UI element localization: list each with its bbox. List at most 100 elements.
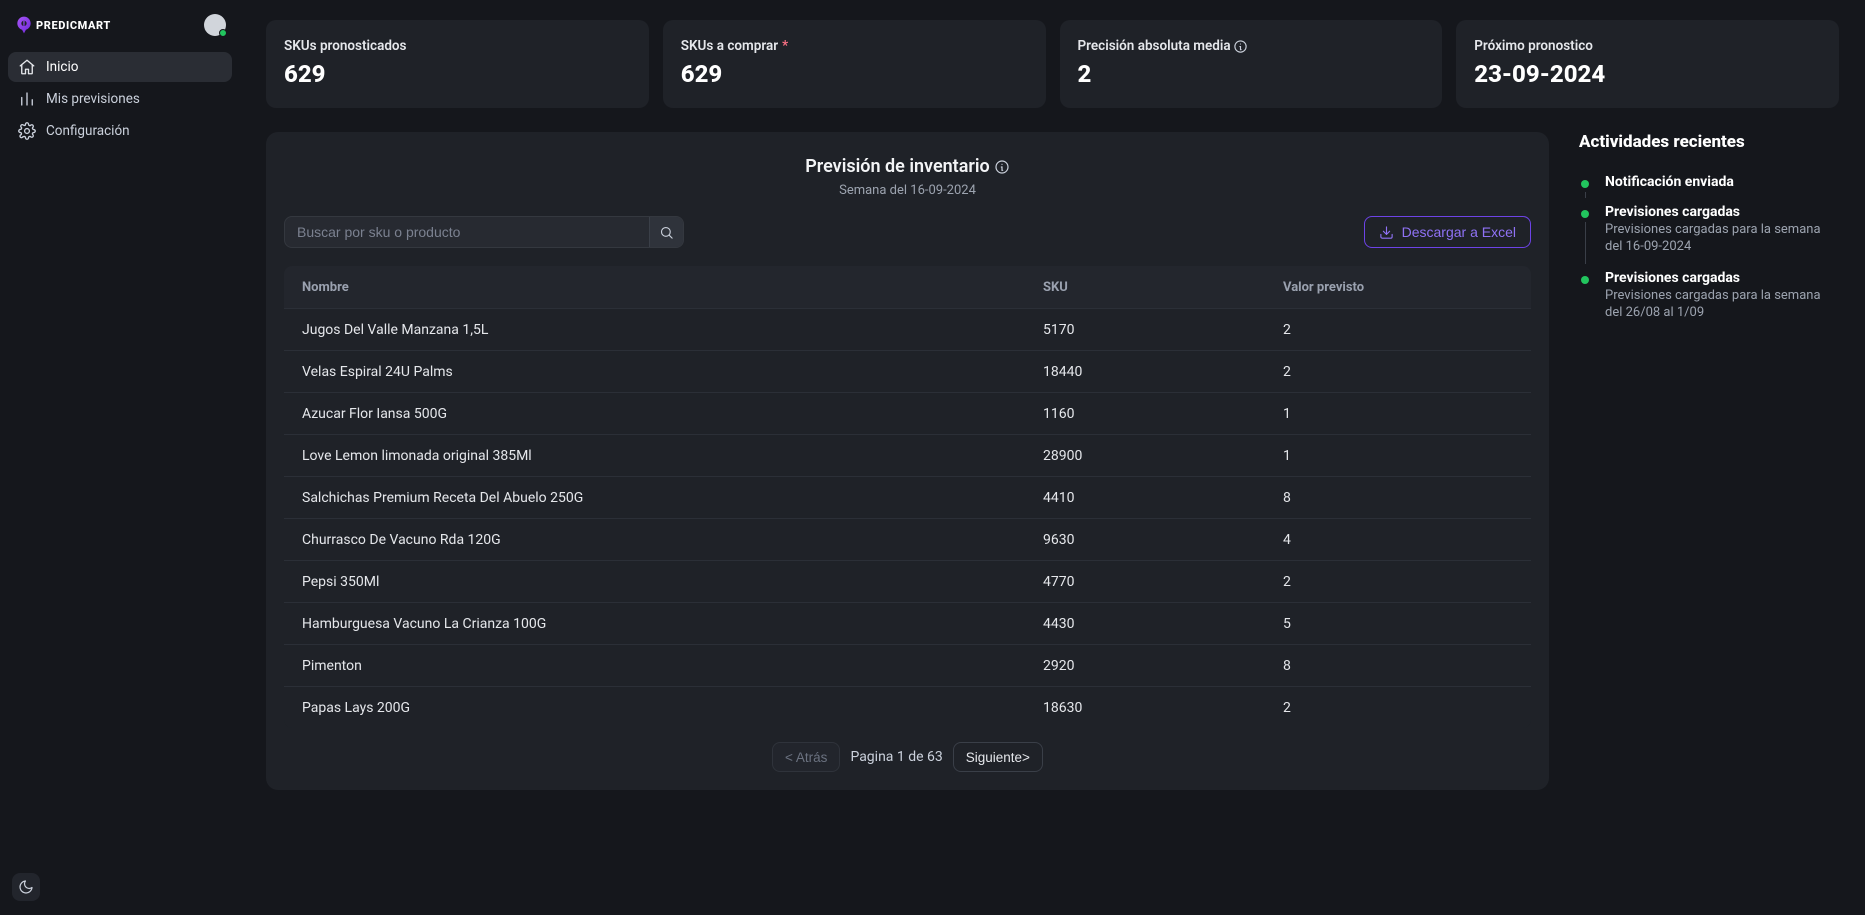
cell-sku: 18630 (1043, 700, 1283, 716)
cell-name: Papas Lays 200G (302, 700, 1043, 716)
table-row[interactable]: Churrasco De Vacuno Rda 120G96304 (284, 518, 1531, 560)
presence-dot-icon (219, 29, 227, 37)
brand-name: PREDICMART (36, 19, 111, 32)
theme-toggle-button[interactable] (12, 873, 40, 901)
cell-value: 4 (1283, 532, 1513, 548)
sidebar-item-label: Inicio (46, 59, 78, 75)
cell-value: 2 (1283, 364, 1513, 380)
bars-icon (18, 90, 36, 108)
table-head: Nombre SKU Valor previsto (284, 266, 1531, 308)
cell-value: 2 (1283, 574, 1513, 590)
table-row[interactable]: Love Lemon limonada original 385Ml289001 (284, 434, 1531, 476)
cell-sku: 9630 (1043, 532, 1283, 548)
next-page-button[interactable]: Siguiente> (953, 742, 1043, 772)
cell-sku: 5170 (1043, 322, 1283, 338)
table-row[interactable]: Pimenton29208 (284, 644, 1531, 686)
cell-sku: 4430 (1043, 616, 1283, 632)
table-row[interactable]: Velas Espiral 24U Palms184402 (284, 350, 1531, 392)
kpi-skus-comprar: SKUs a comprar * 629 (663, 20, 1046, 108)
col-name[interactable]: Nombre (302, 280, 1043, 295)
sidebar-nav: Inicio Mis previsiones Configuración (8, 52, 232, 146)
panel-title: Previsión de inventario (805, 156, 1010, 177)
kpi-value: 2 (1078, 60, 1425, 88)
kpi-value: 629 (284, 60, 631, 88)
brand[interactable]: PREDICMART (14, 15, 111, 35)
content-row: Previsión de inventario Semana del 16-09… (266, 132, 1839, 790)
kpi-skus-pronosticados: SKUs pronosticados 629 (266, 20, 649, 108)
col-sku[interactable]: SKU (1043, 280, 1283, 295)
required-asterisk-icon: * (782, 38, 788, 54)
info-icon[interactable] (994, 159, 1010, 175)
cell-value: 2 (1283, 322, 1513, 338)
main: SKUs pronosticados 629 SKUs a comprar * … (240, 0, 1865, 915)
cell-sku: 28900 (1043, 448, 1283, 464)
kpi-value: 629 (681, 60, 1028, 88)
sidebar-header: PREDICMART (8, 10, 232, 50)
sidebar-item-previsiones[interactable]: Mis previsiones (8, 84, 232, 114)
kpi-value: 23-09-2024 (1474, 60, 1821, 88)
cell-value: 2 (1283, 700, 1513, 716)
cell-sku: 4770 (1043, 574, 1283, 590)
cell-name: Azucar Flor Iansa 500G (302, 406, 1043, 422)
cell-name: Velas Espiral 24U Palms (302, 364, 1043, 380)
search-input[interactable] (285, 217, 649, 247)
table-row[interactable]: Hamburguesa Vacuno La Crianza 100G44305 (284, 602, 1531, 644)
kpi-proximo-pronostico: Próximo pronostico 23-09-2024 (1456, 20, 1839, 108)
activities-title: Actividades recientes (1579, 132, 1839, 152)
status-dot-icon (1581, 210, 1589, 218)
table-row[interactable]: Papas Lays 200G186302 (284, 686, 1531, 728)
activity-item[interactable]: Previsiones cargadasPrevisiones cargadas… (1579, 204, 1839, 256)
inventory-table: Nombre SKU Valor previsto Jugos Del Vall… (284, 266, 1531, 728)
activities-panel: Actividades recientes Notificación envia… (1579, 132, 1839, 790)
sidebar-item-configuracion[interactable]: Configuración (8, 116, 232, 146)
panel-toolbar: Descargar a Excel (284, 216, 1531, 248)
activity-title: Notificación enviada (1605, 174, 1839, 190)
cell-sku: 1160 (1043, 406, 1283, 422)
gear-icon (18, 122, 36, 140)
kpi-title: Próximo pronostico (1474, 38, 1593, 54)
table-row[interactable]: Pepsi 350Ml47702 (284, 560, 1531, 602)
status-dot-icon (1581, 180, 1589, 188)
cell-value: 1 (1283, 406, 1513, 422)
kpi-precision: Precisión absoluta media 2 (1060, 20, 1443, 108)
info-icon[interactable] (1233, 39, 1248, 54)
cell-sku: 18440 (1043, 364, 1283, 380)
search (284, 216, 684, 248)
cell-name: Churrasco De Vacuno Rda 120G (302, 532, 1043, 548)
table-row[interactable]: Jugos Del Valle Manzana 1,5L51702 (284, 308, 1531, 350)
cell-name: Salchichas Premium Receta Del Abuelo 250… (302, 490, 1043, 506)
moon-icon (18, 879, 34, 895)
download-icon (1379, 225, 1394, 240)
brand-logo-icon (14, 15, 34, 35)
cell-name: Hamburguesa Vacuno La Crianza 100G (302, 616, 1043, 632)
cell-value: 5 (1283, 616, 1513, 632)
cell-name: Love Lemon limonada original 385Ml (302, 448, 1043, 464)
activity-item[interactable]: Previsiones cargadasPrevisiones cargadas… (1579, 270, 1839, 322)
activity-desc: Previsiones cargadas para la semana del … (1605, 222, 1839, 256)
col-value[interactable]: Valor previsto (1283, 280, 1513, 295)
avatar[interactable] (204, 14, 226, 36)
activity-desc: Previsiones cargadas para la semana del … (1605, 288, 1839, 322)
cell-value: 8 (1283, 658, 1513, 674)
sidebar-item-inicio[interactable]: Inicio (8, 52, 232, 82)
search-button[interactable] (649, 217, 683, 247)
table-row[interactable]: Azucar Flor Iansa 500G11601 (284, 392, 1531, 434)
panel-title-text: Previsión de inventario (805, 156, 990, 177)
sidebar-item-label: Configuración (46, 123, 130, 139)
thread-line-icon (1585, 192, 1586, 198)
home-icon (18, 58, 36, 76)
panel-header: Previsión de inventario Semana del 16-09… (284, 156, 1531, 198)
download-excel-button[interactable]: Descargar a Excel (1364, 216, 1531, 248)
activity-item[interactable]: Notificación enviada (1579, 174, 1839, 190)
sidebar-item-label: Mis previsiones (46, 91, 140, 107)
table-row[interactable]: Salchichas Premium Receta Del Abuelo 250… (284, 476, 1531, 518)
prev-page-button[interactable]: < Atrás (772, 742, 840, 772)
kpi-row: SKUs pronosticados 629 SKUs a comprar * … (266, 20, 1839, 108)
thread-line-icon (1585, 222, 1586, 264)
kpi-title: SKUs pronosticados (284, 38, 407, 54)
download-label: Descargar a Excel (1402, 224, 1516, 240)
status-dot-icon (1581, 276, 1589, 284)
inventory-panel: Previsión de inventario Semana del 16-09… (266, 132, 1549, 790)
cell-sku: 2920 (1043, 658, 1283, 674)
cell-name: Pimenton (302, 658, 1043, 674)
